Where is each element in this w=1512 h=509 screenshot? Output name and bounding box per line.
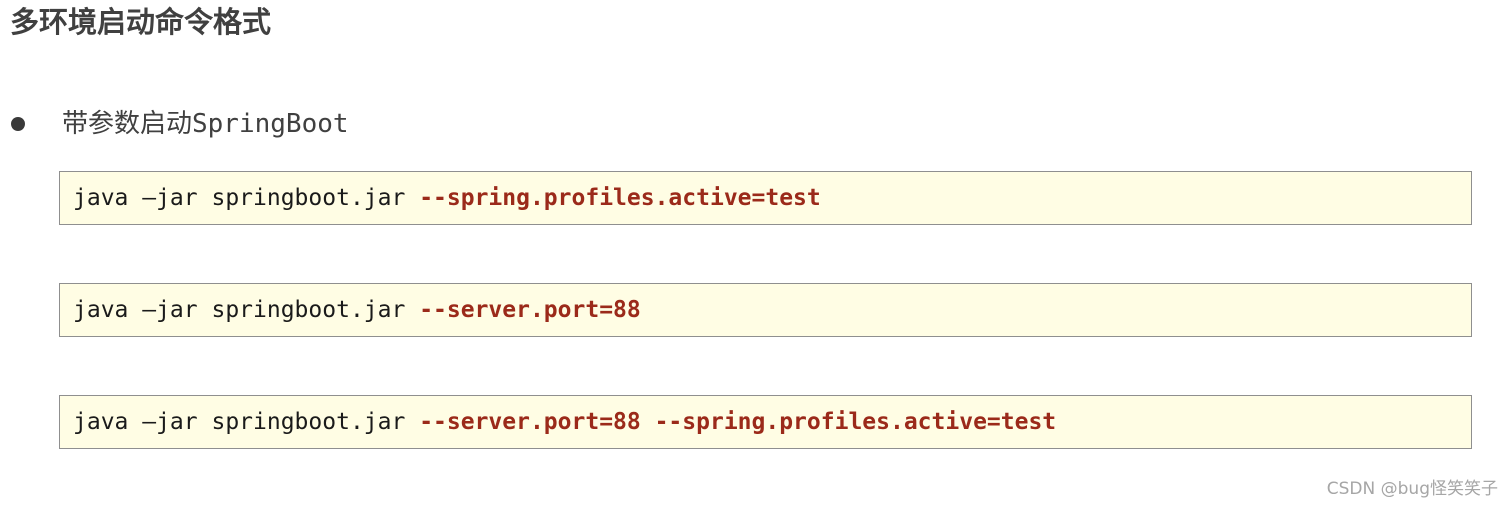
page-title: 多环境启动命令格式 — [10, 5, 272, 39]
bullet-list-item: 带参数启动SpringBoot — [0, 104, 700, 144]
watermark: CSDN @bug怪笑笑子 — [1326, 479, 1498, 499]
bullet-dot-icon — [11, 117, 25, 131]
code-args: --server.port=88 — [419, 297, 641, 323]
code-block-3: java –jar springboot.jar --server.port=8… — [59, 395, 1472, 449]
code-line: java –jar springboot.jar --spring.profil… — [73, 182, 821, 214]
code-line: java –jar springboot.jar --server.port=8… — [73, 294, 641, 326]
code-block-1: java –jar springboot.jar --spring.profil… — [59, 171, 1472, 225]
code-command: java –jar springboot.jar — [73, 185, 420, 211]
code-command: java –jar springboot.jar — [73, 409, 420, 435]
code-args: --spring.profiles.active=test — [419, 185, 821, 211]
code-line: java –jar springboot.jar --server.port=8… — [73, 406, 1056, 438]
code-block-2: java –jar springboot.jar --server.port=8… — [59, 283, 1472, 337]
code-args: --server.port=88 --spring.profiles.activ… — [419, 409, 1057, 435]
code-command: java –jar springboot.jar — [73, 297, 420, 323]
bullet-text: 带参数启动SpringBoot — [62, 109, 349, 139]
